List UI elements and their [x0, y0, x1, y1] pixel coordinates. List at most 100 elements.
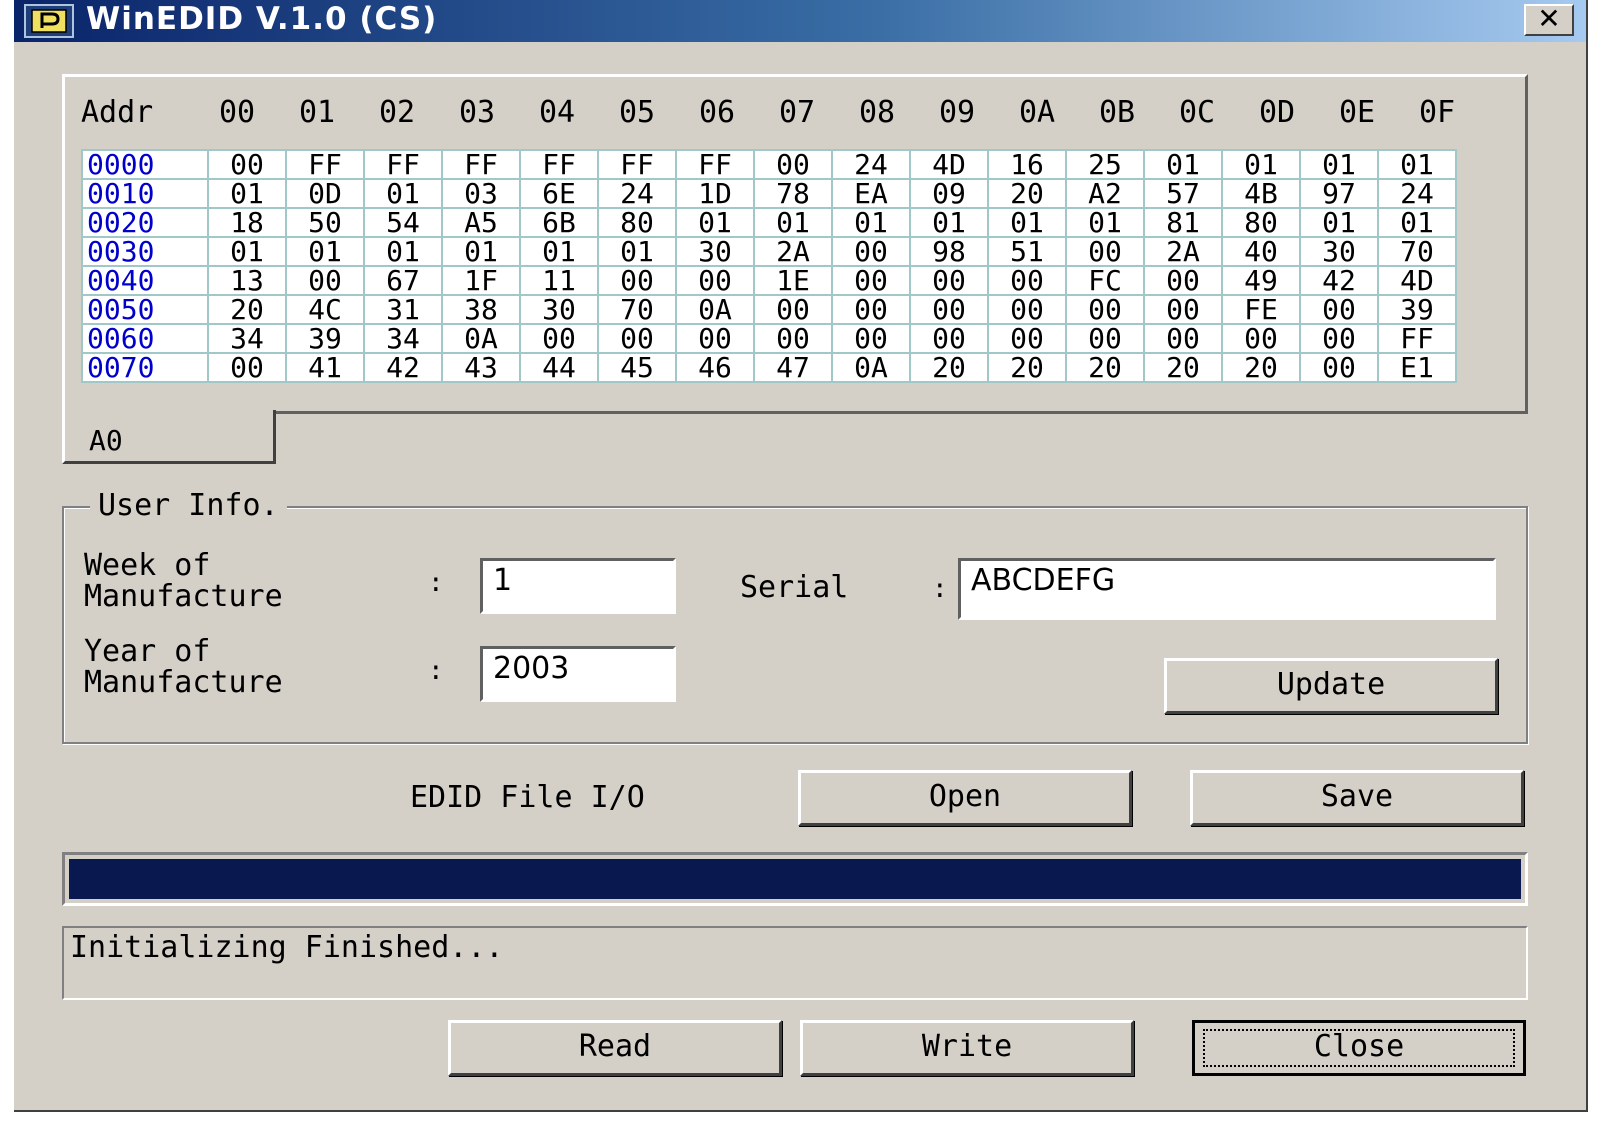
- hex-byte-cell[interactable]: 78: [753, 178, 833, 209]
- hex-byte-cell[interactable]: 49: [1221, 265, 1301, 296]
- hex-byte-cell[interactable]: 51: [987, 236, 1067, 267]
- hex-byte-cell[interactable]: 00: [987, 294, 1067, 325]
- hex-byte-cell[interactable]: 01: [519, 236, 599, 267]
- hex-byte-cell[interactable]: FF: [285, 149, 365, 180]
- hex-byte-cell[interactable]: 0A: [675, 294, 755, 325]
- close-button[interactable]: Close: [1192, 1020, 1526, 1076]
- hex-byte-cell[interactable]: FF: [1377, 323, 1457, 354]
- hex-byte-cell[interactable]: 00: [1143, 265, 1223, 296]
- hex-byte-cell[interactable]: 00: [1065, 323, 1145, 354]
- hex-byte-cell[interactable]: 00: [1143, 294, 1223, 325]
- hex-byte-cell[interactable]: 00: [1065, 294, 1145, 325]
- hex-byte-cell[interactable]: 20: [987, 352, 1067, 383]
- hex-byte-cell[interactable]: 38: [441, 294, 521, 325]
- hex-byte-cell[interactable]: FF: [597, 149, 677, 180]
- hex-byte-cell[interactable]: 00: [1221, 323, 1301, 354]
- hex-byte-cell[interactable]: 30: [519, 294, 599, 325]
- hex-byte-cell[interactable]: 01: [441, 236, 521, 267]
- save-button[interactable]: Save: [1190, 770, 1524, 826]
- hex-byte-cell[interactable]: 20: [909, 352, 989, 383]
- hex-byte-cell[interactable]: 18: [207, 207, 287, 238]
- hex-byte-cell[interactable]: 00: [519, 323, 599, 354]
- hex-byte-cell[interactable]: 30: [1299, 236, 1379, 267]
- hex-byte-cell[interactable]: 01: [987, 207, 1067, 238]
- open-button[interactable]: Open: [798, 770, 1132, 826]
- hex-byte-cell[interactable]: 2A: [753, 236, 833, 267]
- hex-byte-cell[interactable]: 54: [363, 207, 443, 238]
- hex-grid[interactable]: 0000 00 FF FF FF FF FF FF 00 24 4D 16 25 01 01 01 01 0010…: [81, 149, 1457, 383]
- hex-byte-cell[interactable]: 00: [1143, 323, 1223, 354]
- hex-byte-cell[interactable]: 39: [1377, 294, 1457, 325]
- hex-byte-cell[interactable]: 01: [1065, 207, 1145, 238]
- hex-byte-cell[interactable]: 41: [285, 352, 365, 383]
- hex-byte-cell[interactable]: 00: [831, 323, 911, 354]
- hex-byte-cell[interactable]: 11: [519, 265, 599, 296]
- read-button[interactable]: Read: [448, 1020, 782, 1076]
- hex-byte-cell[interactable]: A5: [441, 207, 521, 238]
- hex-byte-cell[interactable]: 42: [363, 352, 443, 383]
- hex-byte-cell[interactable]: 01: [285, 236, 365, 267]
- hex-byte-cell[interactable]: 00: [1299, 294, 1379, 325]
- hex-byte-cell[interactable]: 00: [1299, 323, 1379, 354]
- title-bar[interactable]: WinEDID V.1.0 (CS) ✕: [14, 0, 1586, 42]
- hex-byte-cell[interactable]: 00: [987, 265, 1067, 296]
- hex-byte-cell[interactable]: 80: [1221, 207, 1301, 238]
- hex-byte-cell[interactable]: 00: [597, 265, 677, 296]
- hex-byte-cell[interactable]: 01: [207, 178, 287, 209]
- tab-a0[interactable]: A0: [62, 410, 276, 464]
- hex-byte-cell[interactable]: FE: [1221, 294, 1301, 325]
- hex-byte-cell[interactable]: 13: [207, 265, 287, 296]
- app-icon[interactable]: [24, 4, 74, 38]
- hex-byte-cell[interactable]: 01: [363, 178, 443, 209]
- hex-byte-cell[interactable]: 01: [1143, 149, 1223, 180]
- hex-byte-cell[interactable]: 01: [597, 236, 677, 267]
- hex-byte-cell[interactable]: E1: [1377, 352, 1457, 383]
- hex-byte-cell[interactable]: 00: [909, 265, 989, 296]
- hex-byte-cell[interactable]: 20: [1065, 352, 1145, 383]
- hex-byte-cell[interactable]: 00: [909, 294, 989, 325]
- hex-byte-cell[interactable]: 16: [987, 149, 1067, 180]
- hex-byte-cell[interactable]: 80: [597, 207, 677, 238]
- hex-byte-cell[interactable]: 00: [753, 294, 833, 325]
- hex-byte-cell[interactable]: 40: [1221, 236, 1301, 267]
- hex-byte-cell[interactable]: 70: [1377, 236, 1457, 267]
- hex-byte-cell[interactable]: 00: [987, 323, 1067, 354]
- hex-byte-cell[interactable]: 1F: [441, 265, 521, 296]
- hex-byte-cell[interactable]: 00: [831, 294, 911, 325]
- serial-field[interactable]: ABCDEFG: [958, 558, 1496, 620]
- hex-byte-cell[interactable]: 97: [1299, 178, 1379, 209]
- hex-byte-cell[interactable]: 00: [753, 149, 833, 180]
- hex-byte-cell[interactable]: 4B: [1221, 178, 1301, 209]
- hex-byte-cell[interactable]: 1D: [675, 178, 755, 209]
- hex-byte-cell[interactable]: 01: [1299, 149, 1379, 180]
- hex-byte-cell[interactable]: 34: [207, 323, 287, 354]
- hex-byte-cell[interactable]: 31: [363, 294, 443, 325]
- hex-byte-cell[interactable]: 09: [909, 178, 989, 209]
- hex-byte-cell[interactable]: 01: [1377, 207, 1457, 238]
- hex-byte-cell[interactable]: 0D: [285, 178, 365, 209]
- hex-byte-cell[interactable]: 30: [675, 236, 755, 267]
- hex-byte-cell[interactable]: 98: [909, 236, 989, 267]
- hex-byte-cell[interactable]: 20: [987, 178, 1067, 209]
- hex-byte-cell[interactable]: 67: [363, 265, 443, 296]
- hex-byte-cell[interactable]: 2A: [1143, 236, 1223, 267]
- hex-byte-cell[interactable]: 00: [207, 352, 287, 383]
- hex-byte-cell[interactable]: 44: [519, 352, 599, 383]
- update-button[interactable]: Update: [1164, 658, 1498, 714]
- hex-byte-cell[interactable]: FC: [1065, 265, 1145, 296]
- week-of-manufacture-field[interactable]: 1: [480, 558, 676, 614]
- hex-byte-cell[interactable]: EA: [831, 178, 911, 209]
- hex-byte-cell[interactable]: 00: [675, 323, 755, 354]
- hex-byte-cell[interactable]: 01: [831, 207, 911, 238]
- hex-byte-cell[interactable]: 1E: [753, 265, 833, 296]
- hex-byte-cell[interactable]: 00: [831, 236, 911, 267]
- hex-byte-cell[interactable]: 01: [363, 236, 443, 267]
- hex-byte-cell[interactable]: 0A: [441, 323, 521, 354]
- hex-byte-cell[interactable]: 20: [1221, 352, 1301, 383]
- hex-byte-cell[interactable]: FF: [363, 149, 443, 180]
- hex-byte-cell[interactable]: 00: [597, 323, 677, 354]
- hex-byte-cell[interactable]: FF: [441, 149, 521, 180]
- hex-byte-cell[interactable]: 00: [675, 265, 755, 296]
- hex-byte-cell[interactable]: 25: [1065, 149, 1145, 180]
- hex-byte-cell[interactable]: FF: [675, 149, 755, 180]
